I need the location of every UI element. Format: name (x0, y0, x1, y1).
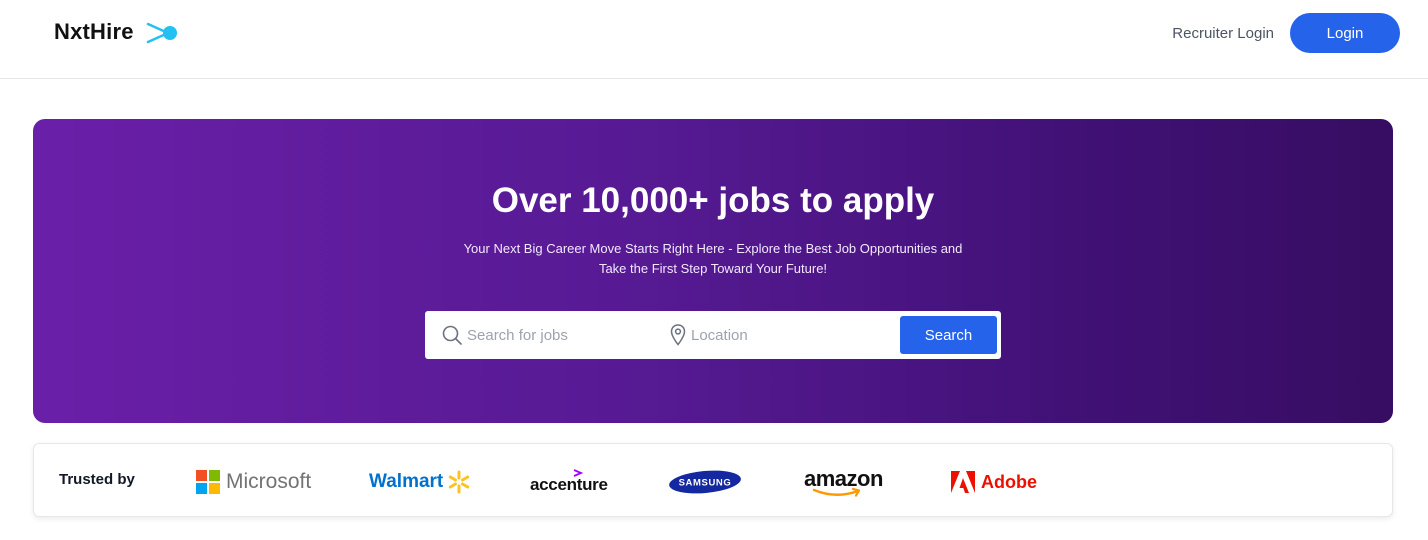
samsung-wordmark: SAMSUNG (669, 470, 741, 494)
hero-subtitle-line-1: Your Next Big Career Move Starts Right H… (463, 241, 963, 256)
login-button[interactable]: Login (1290, 13, 1400, 53)
microsoft-logo: Microsoft (196, 462, 311, 502)
header-actions: Recruiter Login Login (1172, 13, 1400, 53)
adobe-a-icon (951, 471, 975, 493)
walmart-spark-icon (449, 470, 470, 494)
microsoft-name: Microsoft (226, 470, 312, 493)
location-input[interactable] (691, 323, 891, 347)
search-button[interactable]: Search (900, 316, 997, 354)
job-search-input[interactable] (467, 323, 657, 347)
hero-subtitle: Your Next Big Career Move Starts Right H… (443, 239, 983, 279)
accenture-logo: accenture (530, 462, 608, 502)
top-navbar: NxtHire Recruiter Login Login (0, 0, 1428, 79)
hero-title: Over 10,000+ jobs to apply (491, 181, 935, 220)
samsung-logo: SAMSUNG (668, 462, 742, 502)
accenture-name: accenture (530, 475, 608, 494)
trusted-by-label: Trusted by (59, 471, 135, 488)
brand-logo[interactable]: NxtHire (54, 18, 180, 46)
hero-subtitle-line-2: Take the First Step Toward Your Future! (598, 261, 828, 276)
search-icon (442, 325, 462, 345)
brand-mark-icon (146, 22, 177, 44)
walmart-logo: Walmart (369, 462, 472, 502)
hero-banner: Over 10,000+ jobs to apply Your Next Big… (33, 119, 1393, 423)
amazon-smile-icon (812, 488, 861, 497)
adobe-logo: Adobe (951, 462, 1037, 502)
trusted-by-strip: Trusted by Microsoft Walmart accenture S… (33, 443, 1393, 517)
location-pin-icon (670, 324, 686, 346)
microsoft-squares-icon (196, 470, 220, 494)
job-search-bar: Search (425, 311, 1001, 359)
walmart-name: Walmart (369, 471, 444, 492)
amazon-logo: amazon (804, 462, 883, 502)
adobe-name: Adobe (981, 471, 1037, 492)
samsung-name: SAMSUNG (679, 478, 732, 489)
brand-name: NxtHire (54, 19, 134, 44)
recruiter-login-link[interactable]: Recruiter Login (1172, 25, 1274, 42)
